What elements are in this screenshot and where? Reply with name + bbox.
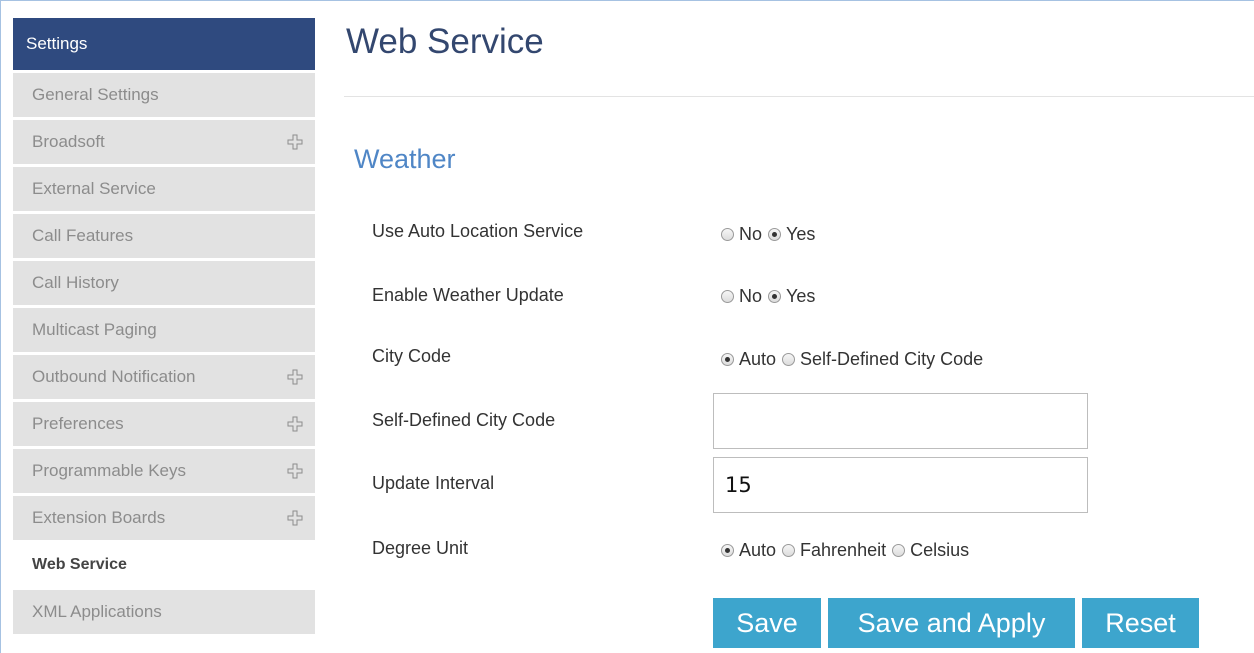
degree-unit-fahrenheit-radio[interactable] <box>782 543 796 557</box>
city-code-auto-radio[interactable] <box>721 352 734 366</box>
degree-unit-celsius-radio[interactable] <box>892 543 906 557</box>
city-code-label: City Code <box>372 346 452 366</box>
self-defined-city-code-input[interactable] <box>713 393 1088 449</box>
sidebar-item-label: Call History <box>32 273 119 292</box>
radio-label: No <box>739 286 763 306</box>
sidebar-item-label: Broadsoft <box>32 132 105 151</box>
sidebar-item-label: External Service <box>32 179 156 198</box>
sidebar-item-general-settings[interactable]: General Settings <box>13 73 315 117</box>
city-code-radio-group: Auto Self-Defined City Code <box>721 348 989 370</box>
plus-icon[interactable] <box>287 134 303 150</box>
sidebar-item-label: Extension Boards <box>32 508 166 527</box>
degree-unit-label: Degree Unit <box>372 538 469 558</box>
sidebar-item-web-service[interactable]: Web Service <box>13 543 315 587</box>
weather-update-no-radio[interactable] <box>721 289 734 303</box>
save-and-apply-button[interactable]: Save and Apply <box>828 598 1075 648</box>
plus-icon[interactable] <box>287 510 303 526</box>
radio-label: Fahrenheit <box>800 540 887 560</box>
sidebar-item-call-history[interactable]: Call History <box>13 261 315 305</box>
window-border-top <box>0 0 1254 1</box>
plus-icon[interactable] <box>287 369 303 385</box>
update-interval-label: Update Interval <box>372 473 495 493</box>
title-divider <box>344 96 1254 97</box>
weather-update-yes-radio[interactable] <box>768 289 782 303</box>
sidebar-item-extension-boards[interactable]: Extension Boards <box>13 496 315 540</box>
sidebar-item-broadsoft[interactable]: Broadsoft <box>13 120 315 164</box>
radio-label: No <box>739 224 763 244</box>
sidebar-item-multicast-paging[interactable]: Multicast Paging <box>13 308 315 352</box>
window-border-left <box>0 0 1 653</box>
radio-label: Celsius <box>910 540 970 560</box>
sidebar-item-outbound-notification[interactable]: Outbound Notification <box>13 355 315 399</box>
degree-unit-auto-radio[interactable] <box>721 543 734 557</box>
radio-label: Auto <box>739 540 777 560</box>
radio-label: Yes <box>786 224 816 244</box>
section-title-weather: Weather <box>354 144 456 174</box>
sidebar-item-label: Preferences <box>32 414 124 433</box>
auto-location-radio-group: No Yes <box>721 223 821 245</box>
radio-label: Yes <box>786 286 816 306</box>
update-interval-input[interactable] <box>713 457 1088 513</box>
plus-icon[interactable] <box>287 463 303 479</box>
sidebar-item-preferences[interactable]: Preferences <box>13 402 315 446</box>
weather-update-label: Enable Weather Update <box>372 285 564 305</box>
sidebar: Settings General Settings Broadsoft Exte… <box>13 18 315 634</box>
sidebar-item-label: Programmable Keys <box>32 461 187 480</box>
sidebar-item-call-features[interactable]: Call Features <box>13 214 315 258</box>
sidebar-item-label: Outbound Notification <box>32 367 196 386</box>
sidebar-item-label: General Settings <box>32 85 159 104</box>
plus-icon[interactable] <box>287 416 303 432</box>
auto-location-no-radio[interactable] <box>721 227 734 241</box>
sidebar-item-label: Multicast Paging <box>32 320 157 339</box>
degree-unit-radio-group: Auto Fahrenheit Celsius <box>721 539 975 561</box>
sidebar-item-xml-applications[interactable]: XML Applications <box>13 590 315 634</box>
radio-label: Auto <box>739 349 777 369</box>
sidebar-item-external-service[interactable]: External Service <box>13 167 315 211</box>
radio-label: Self-Defined City Code <box>800 349 984 369</box>
self-defined-city-code-label: Self-Defined City Code <box>372 410 556 430</box>
save-button[interactable]: Save <box>713 598 821 648</box>
reset-button[interactable]: Reset <box>1082 598 1199 648</box>
sidebar-item-label: Web Service <box>32 556 127 573</box>
city-code-self-defined-radio[interactable] <box>782 352 796 366</box>
auto-location-label: Use Auto Location Service <box>372 221 584 241</box>
sidebar-item-label: XML Applications <box>32 602 162 621</box>
weather-update-radio-group: No Yes <box>721 285 821 307</box>
sidebar-item-label: Call Features <box>32 226 134 245</box>
sidebar-header: Settings <box>13 18 315 70</box>
auto-location-yes-radio[interactable] <box>768 227 782 241</box>
sidebar-item-programmable-keys[interactable]: Programmable Keys <box>13 449 315 493</box>
page-title: Web Service <box>346 22 544 61</box>
